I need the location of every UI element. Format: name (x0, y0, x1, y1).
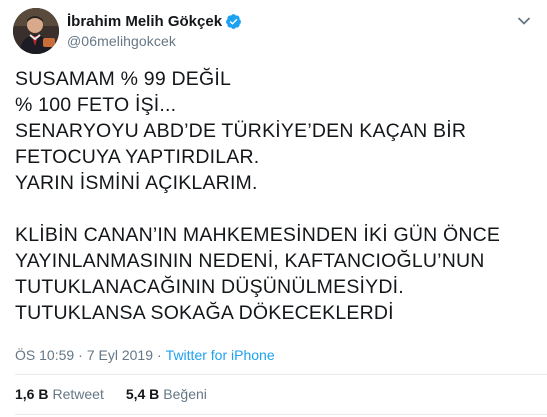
meta-separator: · (157, 347, 162, 363)
author-display-name[interactable]: İbrahim Melih Gökçek (67, 13, 222, 30)
tweet-text: SUSAMAM % 99 DEĞİL % 100 FETO İŞİ... SEN… (15, 68, 501, 324)
tweet-meta: ÖS 10:59 · 7 Eyl 2019 · Twitter for iPho… (15, 345, 275, 365)
tweet-stats: 1,6 B Retweet 5,4 B Beğeni (15, 384, 207, 404)
author-info: İbrahim Melih Gökçek @06melihgokcek (67, 12, 242, 49)
chevron-down-icon[interactable] (517, 14, 531, 28)
like-count: 5,4 B (125, 386, 160, 402)
tweet-header: İbrahim Melih Gökçek @06melihgokcek (13, 8, 537, 54)
tweet-date[interactable]: 7 Eyl 2019 (87, 347, 153, 363)
author-handle[interactable]: @06melihgokcek (67, 33, 242, 49)
meta-separator: · (78, 347, 83, 363)
divider (15, 374, 547, 375)
verified-badge-icon (225, 13, 242, 30)
retweet-label: Retweet (52, 386, 104, 402)
tweet-source-link[interactable]: Twitter for iPhone (166, 347, 275, 363)
divider (15, 414, 547, 415)
like-stat[interactable]: 5,4 B Beğeni (126, 386, 207, 402)
avatar[interactable] (13, 8, 59, 54)
like-label: Beğeni (163, 386, 207, 402)
retweet-count: 1,6 B (15, 386, 49, 402)
retweet-stat[interactable]: 1,6 B Retweet (15, 386, 104, 402)
tweet-time[interactable]: ÖS 10:59 (15, 347, 74, 363)
author-name-row: İbrahim Melih Gökçek (67, 12, 242, 30)
user-avatar-icon (13, 8, 59, 54)
